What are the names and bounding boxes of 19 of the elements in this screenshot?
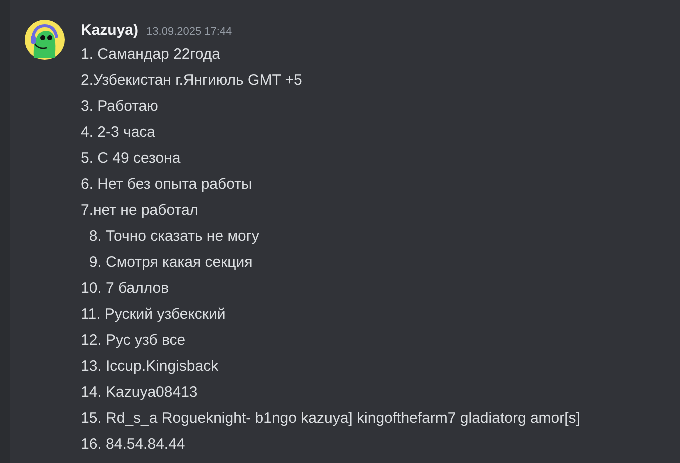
- timestamp: 13.09.2025 17:44: [146, 25, 232, 40]
- message-line: 16. 84.54.84.44: [81, 435, 186, 455]
- message-line: 1. Самандар 22года: [81, 45, 222, 65]
- message-line: 3. Работаю: [81, 97, 160, 117]
- message-line: 8. Точно сказать не могу: [88, 227, 260, 247]
- message-line: 12. Рус узб все: [81, 331, 187, 351]
- message-line: 2.Узбекистан г.Янгиюль GMT +5: [81, 71, 304, 91]
- username[interactable]: Kazuya): [81, 20, 139, 42]
- message-line: 14. Kazuya08413: [81, 383, 199, 403]
- message-line: 7.нет не работал: [81, 201, 200, 221]
- message-line: 5. С 49 сезона: [81, 149, 182, 169]
- message-line: 11. Руский узбекский: [81, 305, 227, 325]
- message-line: 9. Смотря какая секция: [88, 253, 254, 273]
- message-line: 13. Iccup.Kingisback: [81, 357, 220, 377]
- message-line: 10. 7 баллов: [81, 279, 170, 299]
- message-line: 4. 2-3 часа: [81, 123, 157, 143]
- message-line: 15. Rd_s_a Rogueknight- b1ngo kazuya] kingofthefarm7 gladiatorg amor[s]: [81, 409, 580, 429]
- avatar-icon[interactable]: [25, 20, 65, 60]
- message-line: 6. Нет без опыта работы: [81, 175, 254, 195]
